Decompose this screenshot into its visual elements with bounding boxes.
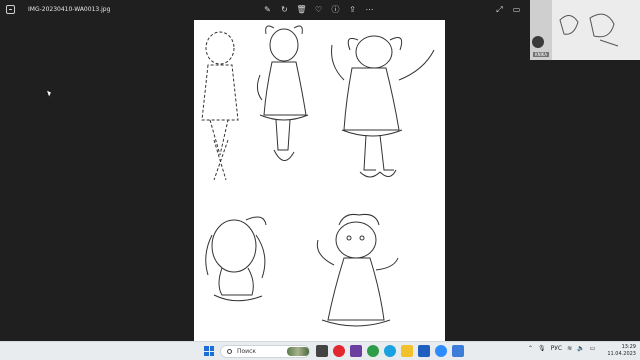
search-highlight-image [287,347,309,356]
system-tray: ⌃ 🎙 РУС ≋ 🔈 ▭ [528,345,595,352]
clock[interactable]: 13:29 11.04.2023 [604,344,636,358]
displayed-image [194,20,445,341]
taskbar-apps [316,345,464,357]
rotate-icon[interactable]: ↻ [279,3,290,16]
image-toolbar: ✎ ↻ 🗑 ♡ ⓘ ⇪ ⋯ [262,3,375,16]
photos-app-icon [6,5,15,14]
battery-icon[interactable]: ▭ [590,345,596,352]
wifi-icon[interactable]: ≋ [567,345,572,352]
more-icon[interactable]: ⋯ [364,3,375,16]
skype-icon[interactable] [384,345,396,357]
start-button[interactable] [204,346,214,356]
drawing-figure-3 [331,35,435,178]
window-controls: ⤢ ▭ [494,3,522,16]
info-icon[interactable]: ⓘ [330,3,341,16]
chevron-up-icon[interactable]: ⌃ [528,345,533,352]
search-placeholder: Поиск [237,348,257,355]
file-name: IMG-20230410-WA0013.jpg [28,6,111,13]
delete-icon[interactable]: 🗑 [296,3,307,16]
photo-viewer-window: IMG-20230410-WA0013.jpg ✎ ↻ 🗑 ♡ ⓘ ⇪ ⋯ ⤢ … [0,0,640,341]
taskbar-search[interactable]: Поиск [220,345,310,358]
volume-icon[interactable]: 🔈 [577,345,584,352]
clock-date: 11.04.2023 [607,351,636,357]
zoom-icon[interactable] [435,345,447,357]
drawing-figure-2 [256,25,309,161]
drawing-figure-5 [316,214,399,327]
webcam-overlay: KNIKA [530,0,640,60]
microphone-icon[interactable]: 🎙 [538,345,546,352]
opera-icon[interactable] [333,345,345,357]
mouse-cursor [47,89,52,97]
task-view-icon[interactable] [316,345,328,357]
edit-icon[interactable]: ✎ [262,3,273,16]
favorite-icon[interactable]: ♡ [313,3,324,16]
chrome-icon[interactable] [367,345,379,357]
drawing-figure-4 [205,216,267,302]
language-indicator[interactable]: РУС [551,345,562,352]
windows-taskbar: Поиск ⌃ 🎙 РУС ≋ 🔈 ▭ 13:29 11.04.2023 [0,341,640,360]
file-explorer-icon[interactable] [401,345,413,357]
pdf-icon[interactable] [350,345,362,357]
clock-time: 13:29 [621,344,636,350]
share-icon[interactable]: ⇪ [347,3,358,16]
photos-icon[interactable] [452,345,464,357]
fullscreen-icon[interactable]: ⤢ [494,3,505,16]
search-icon [227,349,232,354]
blue-app-icon[interactable] [418,345,430,357]
webcam-label: KNIKA [533,52,550,57]
dashed-figure-outline [201,31,239,181]
slideshow-icon[interactable]: ▭ [511,3,522,16]
